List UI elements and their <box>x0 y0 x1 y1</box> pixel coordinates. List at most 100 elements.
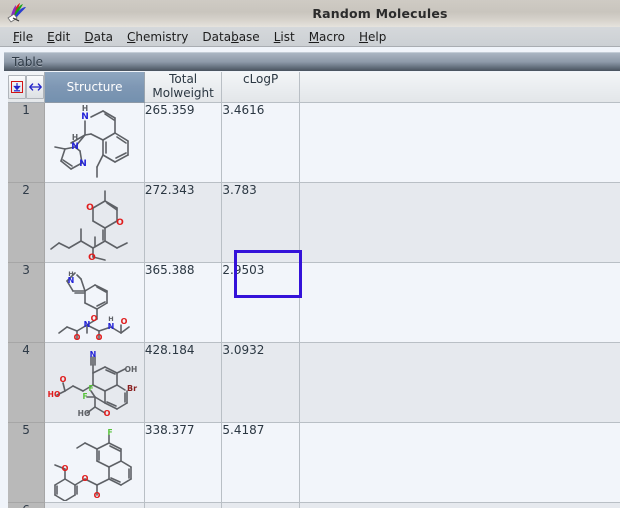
molecule-structure-1: N H N H N <box>47 103 143 181</box>
molecule-structure-4: N OH Br O HO F F HO O <box>47 343 143 421</box>
svg-text:O: O <box>81 474 88 483</box>
molecule-structure-2: O O O <box>47 183 143 261</box>
table-row[interactable]: 1 <box>8 103 620 183</box>
svg-text:N: N <box>79 159 87 169</box>
structure-cell[interactable]: N H O N O O N H O <box>45 263 145 343</box>
table-scroll-region[interactable]: Structure Total Molweight cLogP 1 <box>8 72 620 508</box>
menu-help[interactable]: Help <box>352 29 393 45</box>
row-header[interactable]: 4 <box>8 343 45 423</box>
table-panel-titlebar[interactable]: Table <box>4 52 620 71</box>
column-header-molweight-line1: Total <box>145 72 222 86</box>
cell-blank[interactable] <box>299 103 620 183</box>
horizontal-double-arrow-icon <box>29 82 42 92</box>
menu-file[interactable]: File <box>6 29 40 45</box>
row-header[interactable]: 5 <box>8 423 45 503</box>
svg-text:OH: OH <box>124 365 137 374</box>
table-row[interactable]: 2 <box>8 183 620 263</box>
structure-cell[interactable]: O O O <box>45 183 145 263</box>
cell-clogp[interactable]: 5.4187 <box>222 423 300 503</box>
column-header-molweight-line2: Molweight <box>145 86 222 100</box>
menu-macro[interactable]: Macro <box>302 29 352 45</box>
row-header[interactable]: 3 <box>8 263 45 343</box>
svg-text:O: O <box>103 409 110 418</box>
svg-text:O: O <box>61 464 68 473</box>
table-row[interactable]: 5 <box>8 423 620 503</box>
window-titlebar: Random Molecules <box>0 0 620 28</box>
svg-text:O: O <box>95 333 102 341</box>
table-row[interactable]: 3 <box>8 263 620 343</box>
svg-text:O: O <box>120 317 127 326</box>
cell-blank[interactable] <box>299 183 620 263</box>
table-panel-title: Table <box>12 55 43 69</box>
svg-text:H: H <box>68 270 73 278</box>
svg-text:F: F <box>82 392 87 401</box>
column-header-molweight[interactable]: Total Molweight <box>144 72 222 103</box>
structure-cell[interactable]: F O O O <box>45 423 145 503</box>
row-header[interactable]: 2 <box>8 183 45 263</box>
menu-database[interactable]: Database <box>195 29 266 45</box>
svg-text:N: N <box>83 320 90 329</box>
cell-clogp-selected[interactable]: 3.783 <box>222 183 300 263</box>
table-header: Structure Total Molweight cLogP <box>8 72 620 103</box>
cell-molweight[interactable] <box>144 503 222 508</box>
menu-list[interactable]: List <box>267 29 302 45</box>
cell-molweight[interactable]: 365.388 <box>144 263 222 343</box>
menubar: File Edit Data Chemistry Database List M… <box>0 27 620 47</box>
molecule-structure-3: N H O N O O N H O <box>47 263 143 341</box>
down-arrow-in-box-icon <box>11 81 23 93</box>
table-body: 1 <box>8 103 620 508</box>
svg-text:O: O <box>88 253 96 261</box>
svg-text:O: O <box>116 218 124 228</box>
column-header-structure[interactable]: Structure <box>45 72 145 103</box>
column-header-blank[interactable] <box>299 72 620 103</box>
svg-text:O: O <box>86 203 94 213</box>
molecule-table: Structure Total Molweight cLogP 1 <box>8 72 620 508</box>
svg-text:O: O <box>90 314 97 323</box>
application-window: Random Molecules File Edit Data Chemistr… <box>0 0 620 508</box>
cell-clogp[interactable]: 3.0932 <box>222 343 300 423</box>
svg-text:F: F <box>88 384 93 393</box>
cell-molweight[interactable]: 338.377 <box>144 423 222 503</box>
svg-text:H: H <box>108 315 113 323</box>
svg-text:HO: HO <box>77 409 90 418</box>
svg-text:H: H <box>81 104 87 113</box>
cell-clogp[interactable]: 2.9503 <box>222 263 300 343</box>
svg-text:O: O <box>59 375 66 384</box>
cell-molweight[interactable]: 428.184 <box>144 343 222 423</box>
cell-molweight[interactable]: 272.343 <box>144 183 222 263</box>
table-row[interactable]: 6 <box>8 503 620 508</box>
menu-data[interactable]: Data <box>77 29 120 45</box>
table-row[interactable]: 4 <box>8 343 620 423</box>
svg-text:N: N <box>107 322 114 331</box>
row-header[interactable]: 1 <box>8 103 45 183</box>
workarea: Table <box>0 48 620 508</box>
cell-blank[interactable] <box>299 343 620 423</box>
cell-blank[interactable] <box>299 423 620 503</box>
row-header[interactable]: 6 <box>8 503 45 508</box>
structure-cell[interactable]: N OH Br O HO F F HO O <box>45 343 145 423</box>
svg-text:Br: Br <box>127 384 137 393</box>
column-header-clogp[interactable]: cLogP <box>222 72 300 103</box>
cell-blank[interactable] <box>299 503 620 508</box>
svg-text:N: N <box>89 350 96 359</box>
svg-text:N: N <box>71 142 79 152</box>
structure-cell[interactable]: N H N H N <box>45 103 145 183</box>
molecule-structure-5: F O O O <box>47 423 143 501</box>
cell-clogp[interactable] <box>222 503 300 508</box>
svg-text:H: H <box>71 133 77 142</box>
structure-cell[interactable] <box>45 503 145 508</box>
svg-text:O: O <box>73 333 80 341</box>
import-rows-button[interactable] <box>8 75 26 99</box>
cell-clogp[interactable]: 3.4616 <box>222 103 300 183</box>
menu-chemistry[interactable]: Chemistry <box>120 29 195 45</box>
cell-molweight[interactable]: 265.359 <box>144 103 222 183</box>
cell-blank[interactable] <box>299 263 620 343</box>
svg-text:F: F <box>107 428 112 437</box>
svg-text:HO: HO <box>47 390 60 399</box>
svg-text:N: N <box>81 112 89 122</box>
svg-text:O: O <box>93 491 100 500</box>
window-title: Random Molecules <box>0 6 620 21</box>
menu-edit[interactable]: Edit <box>40 29 77 45</box>
fit-columns-button[interactable] <box>26 75 44 99</box>
table-corner-cell <box>8 72 45 103</box>
